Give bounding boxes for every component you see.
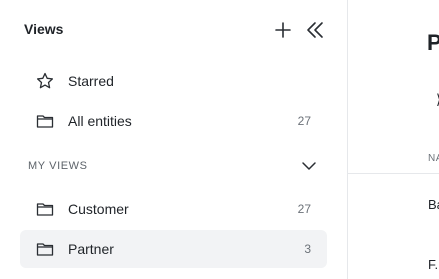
collapse-sidebar-button[interactable] [304, 19, 326, 41]
folder-icon [36, 112, 54, 130]
sidebar-item-customer[interactable]: Customer 27 [20, 190, 327, 228]
sidebar-item-starred[interactable]: Starred [20, 62, 327, 100]
add-view-button[interactable] [272, 19, 294, 41]
double-chevron-left-icon [307, 22, 323, 38]
star-icon [36, 72, 54, 90]
folder-icon [36, 240, 54, 258]
sidebar-item-count: 27 [297, 114, 311, 128]
sidebar-item-label: All entities [68, 113, 132, 129]
main-content: P ⟩ NA Ba F. [348, 0, 439, 279]
sidebar-item-label: Starred [68, 73, 114, 89]
folder-icon [36, 200, 54, 218]
my-views-section-toggle[interactable]: MY VIEWS [28, 154, 318, 178]
sidebar-item-label: Customer [68, 201, 129, 217]
sidebar-title: Views [24, 21, 64, 37]
table-header-divider [348, 173, 439, 174]
sidebar-item-all-entities[interactable]: All entities 27 [20, 102, 327, 140]
table-row[interactable]: Ba [428, 197, 439, 212]
views-sidebar: Views Starred All entities 27 MY VIEWS C… [0, 0, 348, 279]
sidebar-item-count: 27 [297, 202, 311, 216]
sidebar-item-partner[interactable]: Partner 3 [20, 230, 327, 268]
column-header-name[interactable]: NA [428, 153, 439, 164]
plus-icon [275, 22, 291, 38]
sidebar-item-label: Partner [68, 241, 114, 257]
section-label: MY VIEWS [28, 160, 88, 172]
sidebar-item-count: 3 [304, 242, 311, 256]
table-row[interactable]: F. [428, 257, 438, 272]
app-window: Views Starred All entities 27 MY VIEWS C… [0, 0, 439, 279]
chevron-down-icon [300, 157, 318, 175]
sidebar-header: Views [24, 18, 327, 42]
page-title: P [427, 30, 439, 55]
